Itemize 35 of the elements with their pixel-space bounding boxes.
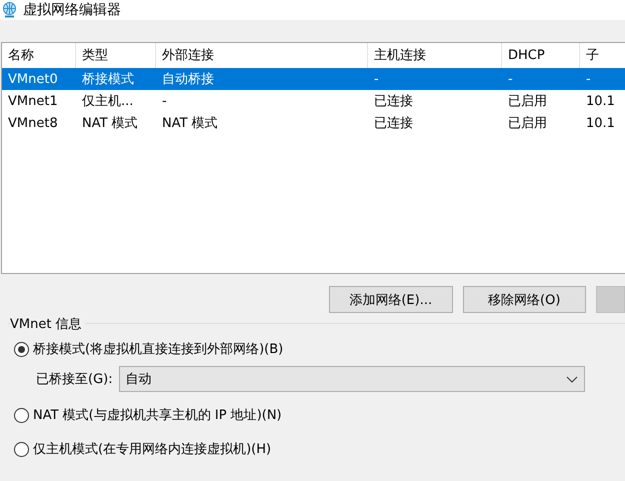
table-cell-text: - [161,94,168,108]
table-row[interactable]: VMnet0 桥接模式 自动桥接 - - - [2,68,625,90]
radio-button[interactable] [14,408,29,422]
group-title: VMnet 信息 [10,315,85,333]
table-cell-text: - [373,72,380,86]
table-cell-text: - [507,72,514,86]
network-button[interactable]: 添加网络(E)... [329,286,452,313]
table-cell-text: 自动桥接 [161,71,215,88]
radio-label: 仅主机模式(在专用网络内连接虚拟机)(H) [33,441,272,458]
radio-label: NAT 模式(与虚拟机共享主机的 IP 地址)(N) [33,407,282,424]
table-cell-text: VMnet0 [7,72,59,86]
radio-button[interactable] [14,442,29,456]
table-row[interactable]: VMnet8 NAT 模式 NAT 模式 已连接 已启用 10.1 [2,112,625,134]
table-cell-text: VMnet8 [7,116,59,130]
table-cell-text: NAT 模式 [161,115,219,132]
chevron-down-icon [566,376,578,382]
table-cell-text: - [585,72,592,86]
bridge-label: 已桥接至(G): [36,371,113,388]
window-title: 虚拟网络编辑器 [23,1,121,19]
table-cell-text: 10.1 [585,94,616,108]
bridge-dropdown[interactable]: 自动 [118,366,585,392]
table-cell-text: 已启用 [507,115,548,132]
table-cell-text: 桥接模式 [81,71,135,88]
table-cell-text: 已连接 [373,93,414,110]
radio-button[interactable] [14,342,29,356]
radio-label: 桥接模式(将虚拟机直接连接到外部网络)(B) [33,341,284,358]
table-cell-text: 仅主机... [81,93,134,110]
table-row[interactable]: VMnet1 仅主机... - 已连接 已启用 10.1 [2,90,625,112]
network-button[interactable]: 移除网络(O) [462,286,586,313]
table-cell-text: 10.1 [585,116,616,130]
table-cell-text: NAT 模式 [81,115,139,132]
table-cell-text: 已启用 [507,93,548,110]
table-cell-text: 已连接 [373,115,414,132]
table-cell-text: VMnet1 [7,94,59,108]
globe-icon [2,2,17,18]
